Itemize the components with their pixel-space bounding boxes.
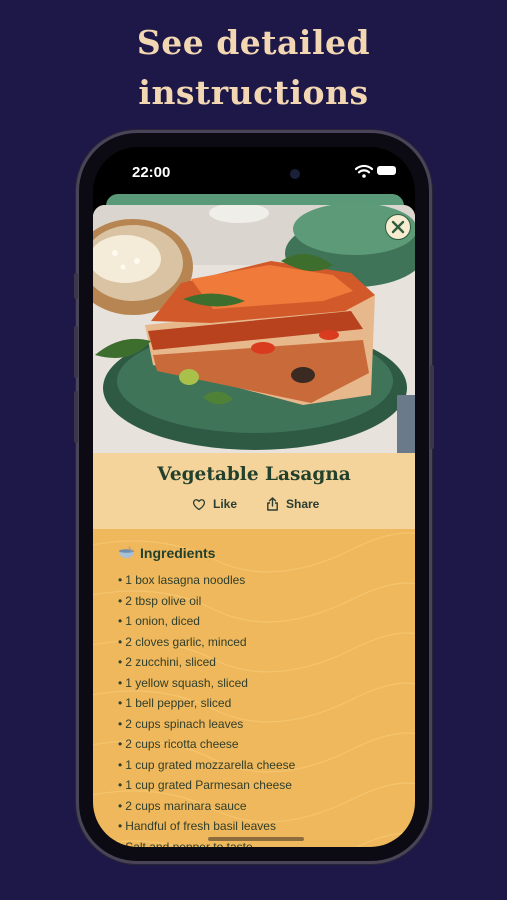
ingredient-item: 1 bell pepper, sliced [118,693,295,714]
ingredient-item: 2 zucchini, sliced [118,652,295,673]
status-bar: 22:00 [93,147,415,195]
ingredients-heading: Ingredients [118,545,215,561]
promo-title-line2: instructions [138,73,369,112]
wifi-icon [355,164,373,178]
ingredient-item: 2 cloves garlic, minced [118,632,295,653]
volume-up-button [74,326,78,378]
home-indicator[interactable] [208,837,304,841]
camera-icon [290,169,300,179]
share-icon [267,497,278,511]
ingredient-item: 1 yellow squash, sliced [118,673,295,694]
like-button[interactable]: Like [192,497,237,511]
ingredients-list: 1 box lasagna noodles 2 tbsp olive oil 1… [118,570,295,847]
status-time: 22:00 [132,164,171,181]
battery-icon [377,166,396,175]
ingredient-item: 1 cup grated mozzarella cheese [118,755,295,776]
ingredient-item: 2 tbsp olive oil [118,591,295,612]
ingredient-item: 2 cups spinach leaves [118,714,295,735]
volume-down-button [74,391,78,443]
recipe-title-panel: Vegetable Lasagna Like Share [93,453,415,529]
share-button[interactable]: Share [266,497,319,511]
like-label: Like [213,497,238,511]
ingredient-item: 2 cups ricotta cheese [118,734,295,755]
promo-title-line1: See detailed [136,23,371,62]
ingredient-item: 1 cup grated Parmesan cheese [118,775,295,796]
ingredients-panel[interactable]: Ingredients 1 box lasagna noodles 2 tbsp… [93,529,415,847]
action-button [74,273,78,299]
ingredient-item: Handful of fresh basil leaves [118,816,295,837]
close-icon [391,220,405,234]
ingredient-item: 2 cups marinara sauce [118,796,295,817]
phone-screen: 22:00 Vegetable Lasagna Like Share Ingre… [93,147,415,847]
ingredient-item: 1 onion, diced [118,611,295,632]
ingredients-heading-label: Ingredients [140,545,216,561]
heart-icon [192,498,206,510]
recipe-title: Vegetable Lasagna [157,464,351,485]
power-button [430,365,434,449]
share-label: Share [286,497,320,511]
phone-frame: 22:00 Vegetable Lasagna Like Share Ingre… [74,133,434,861]
promo-title: See detailed instructions [0,18,507,118]
close-button[interactable] [385,214,411,240]
recipe-card: Vegetable Lasagna Like Share Ingredients… [93,205,415,847]
lasagna-photo [93,205,415,453]
bowl-icon [119,546,134,558]
ingredient-item: 1 box lasagna noodles [118,570,295,591]
